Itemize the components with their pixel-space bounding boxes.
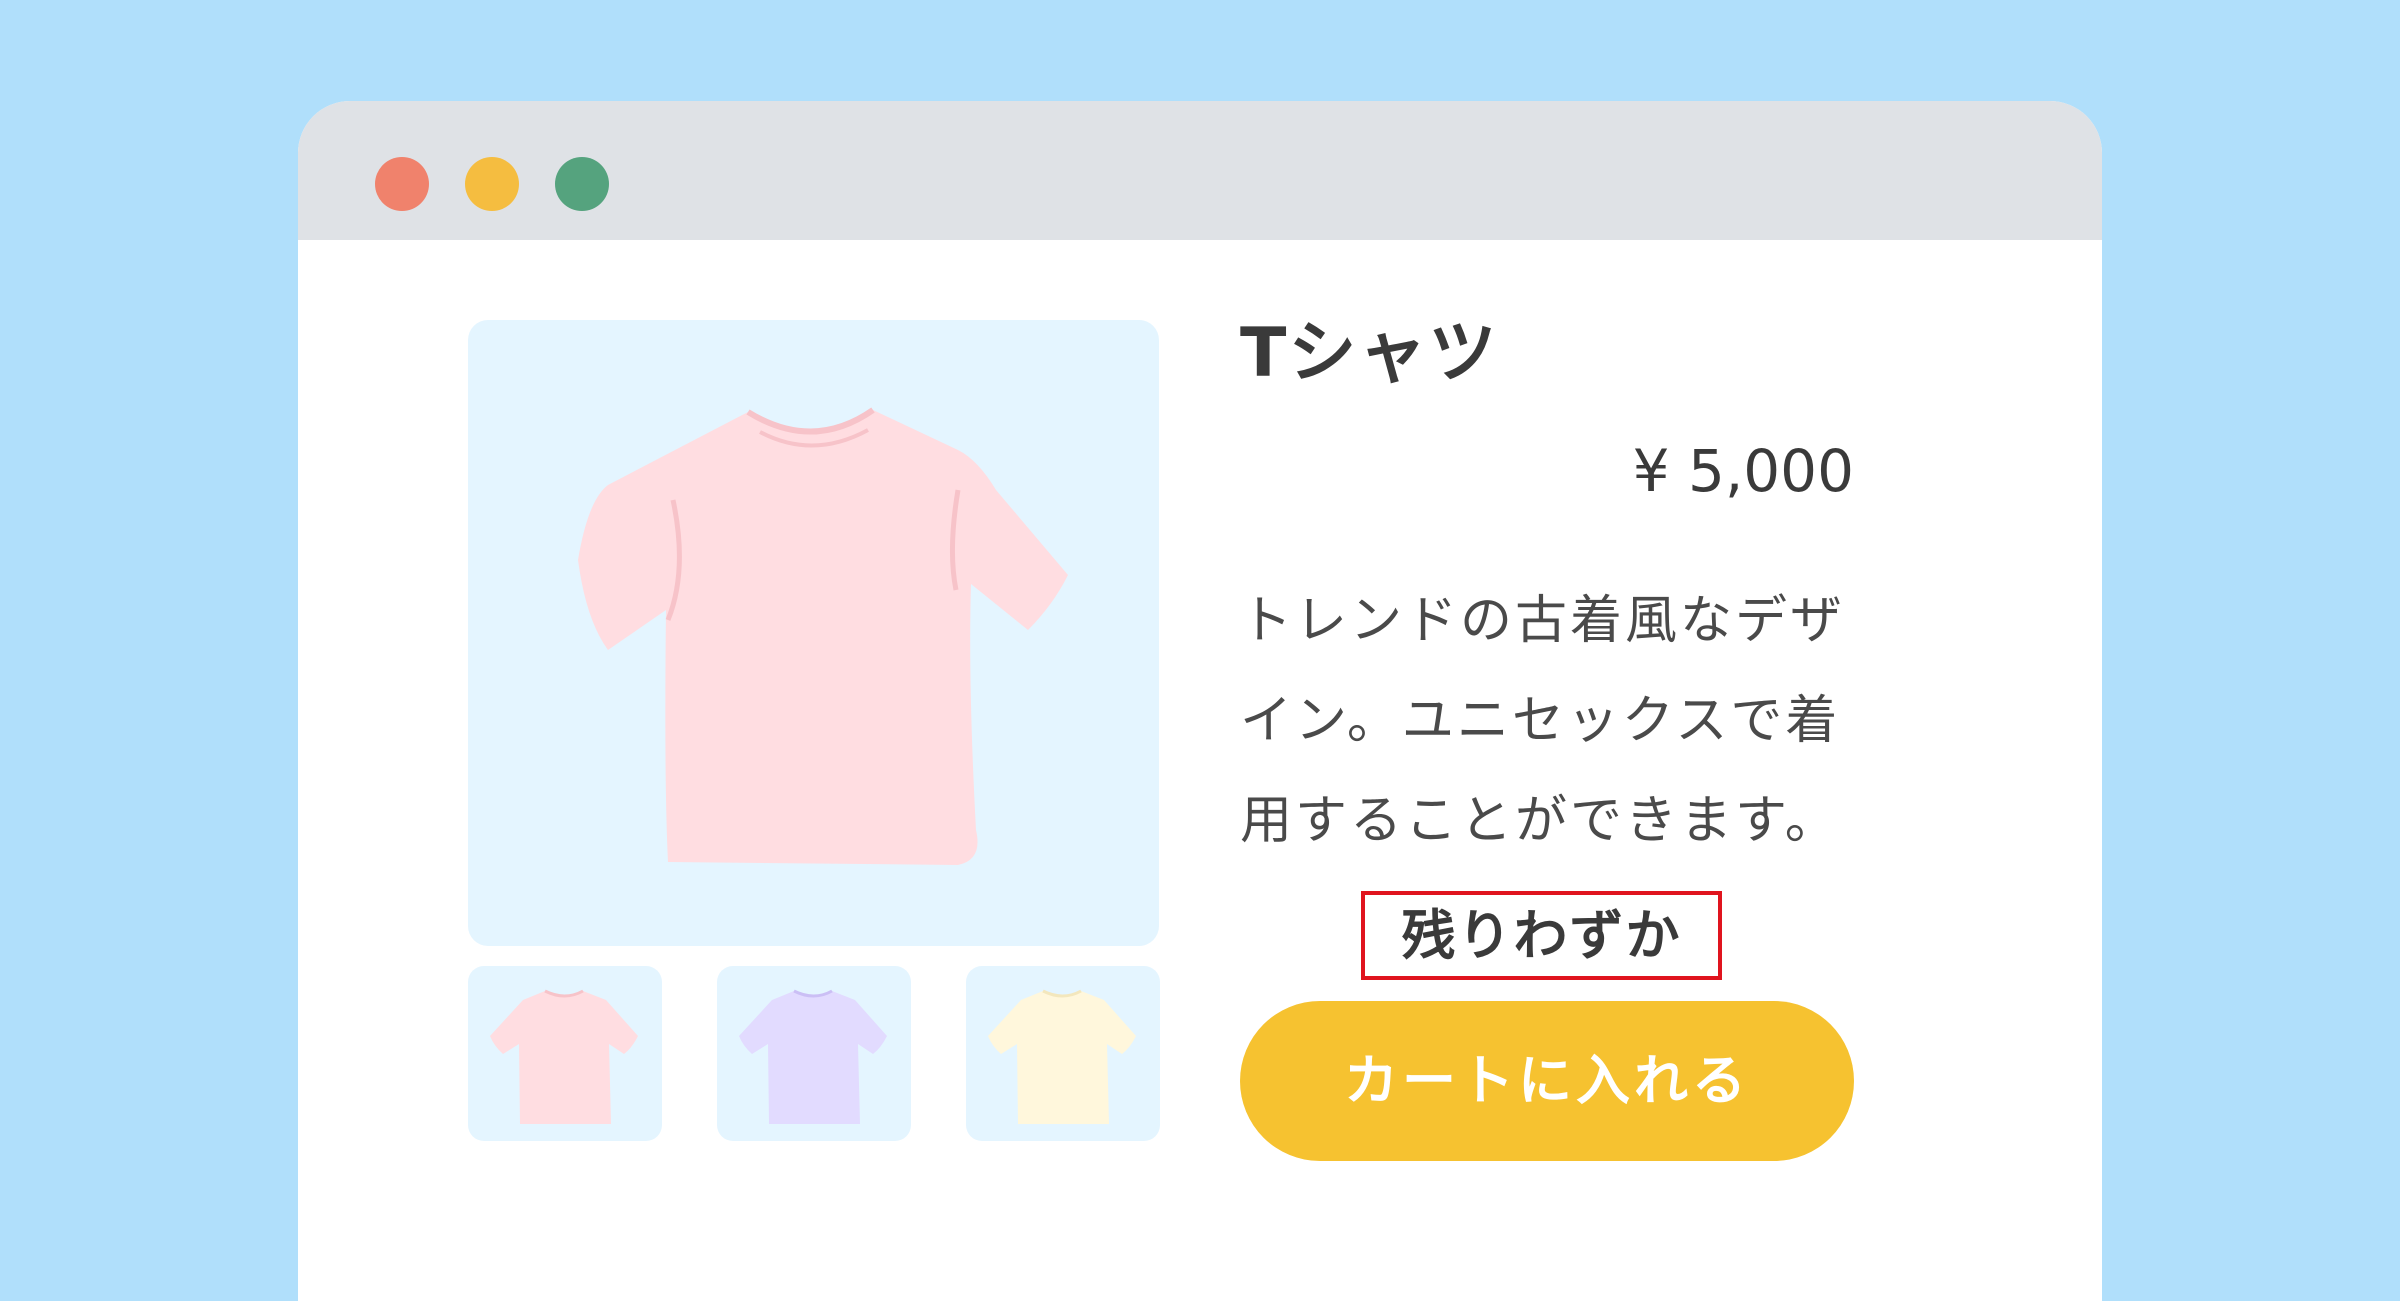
product-price: ¥ 5,000 <box>1632 437 1854 505</box>
thumbnail-yellow[interactable] <box>966 966 1160 1141</box>
thumbnail-purple[interactable] <box>717 966 911 1141</box>
description-line: イン。ユニセックスで着 <box>1240 691 1841 751</box>
browser-window: Tシャツ ¥ 5,000 トレンドの古着風なデザ イン。ユニセックスで着 用する… <box>298 101 2102 1301</box>
thumbnail-pink[interactable] <box>468 966 662 1141</box>
tshirt-icon <box>739 989 887 1124</box>
product-main-image <box>468 320 1159 946</box>
minimize-window-button[interactable] <box>465 157 519 211</box>
add-to-cart-button[interactable]: カートに入れる <box>1240 1001 1854 1161</box>
low-stock-badge: 残りわずか <box>1361 891 1722 980</box>
description-line: 用することができます。 <box>1240 791 1840 851</box>
window-titlebar <box>298 101 2102 240</box>
tshirt-icon <box>578 407 1068 865</box>
maximize-window-button[interactable] <box>555 157 609 211</box>
description-line: トレンドの古着風なデザ <box>1240 591 1846 651</box>
product-title: Tシャツ <box>1240 314 1499 393</box>
close-window-button[interactable] <box>375 157 429 211</box>
tshirt-icon <box>988 989 1136 1124</box>
product-description: トレンドの古着風なデザ イン。ユニセックスで着 用することができます。 <box>1240 571 1880 871</box>
tshirt-icon <box>490 989 638 1124</box>
